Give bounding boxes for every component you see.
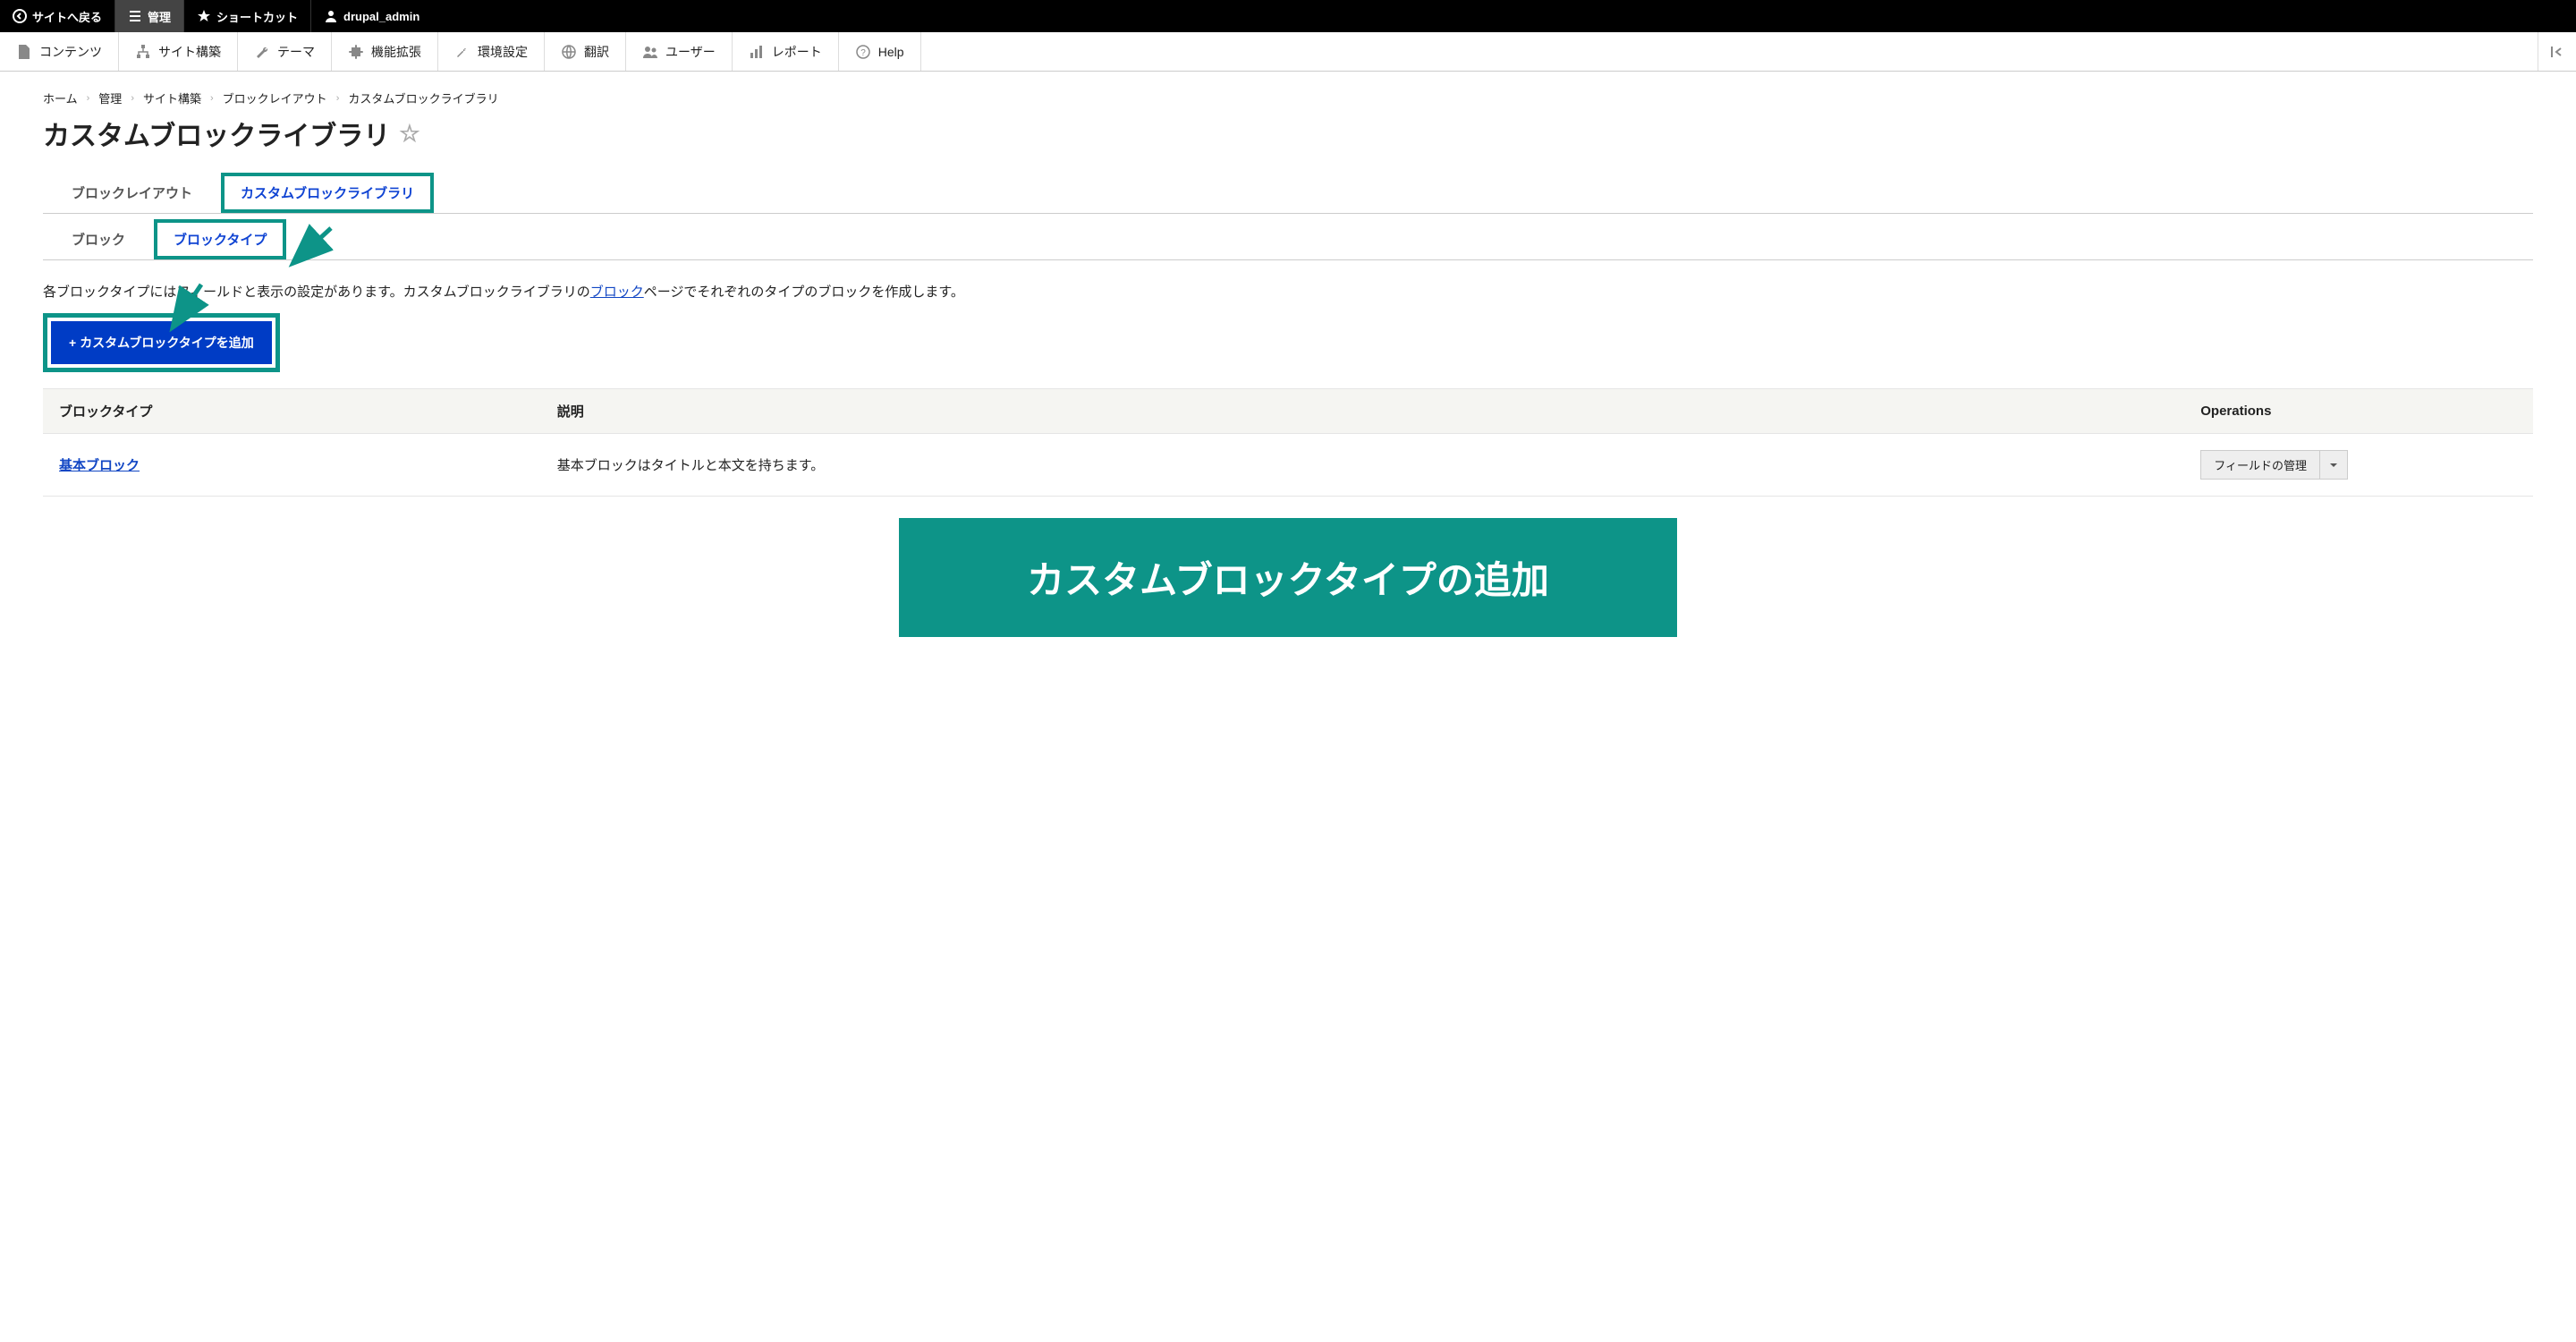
menu-content[interactable]: コンテンツ [0,32,119,71]
table-row: 基本ブロック 基本ブロックはタイトルと本文を持ちます。 フィールドの管理 [43,434,2533,497]
menu-translate-label: 翻訳 [584,43,609,61]
tool-icon [454,44,470,60]
manage-fields-button[interactable]: フィールドの管理 [2200,450,2320,480]
back-to-site-button[interactable]: サイトへ戻る [0,0,115,32]
breadcrumb-sep: › [87,93,90,104]
user-icon [324,9,338,23]
breadcrumb-home[interactable]: ホーム [43,89,78,106]
user-menu-button[interactable]: drupal_admin [311,0,432,32]
puzzle-icon [348,44,364,60]
page-title-text: カスタムブロックライブラリ [43,114,390,153]
svg-text:?: ? [860,48,866,58]
description-text: 各ブロックタイプにはフィールドと表示の設定があります。カスタムブロックライブラリ… [43,282,2533,301]
menu-appearance-label: テーマ [277,43,315,61]
instruction-banner: カスタムブロックタイプの追加 [899,518,1677,637]
plus-icon: + [69,336,76,350]
back-arrow-icon [13,9,27,23]
menu-reports-label: レポート [772,43,822,61]
th-description: 説明 [541,389,2184,434]
top-toolbar: サイトへ戻る 管理 ショートカット drupal_admin [0,0,2576,32]
file-icon [16,44,32,60]
block-types-table: ブロックタイプ 説明 Operations 基本ブロック 基本ブロックはタイトル… [43,388,2533,497]
breadcrumb: ホーム › 管理 › サイト構築 › ブロックレイアウト › カスタムブロックラ… [43,89,2533,106]
user-label: drupal_admin [343,10,419,23]
breadcrumb-sep: › [336,93,340,104]
operations-dropbutton: フィールドの管理 [2200,450,2348,480]
breadcrumb-structure[interactable]: サイト構築 [143,89,201,106]
menu-config[interactable]: 環境設定 [438,32,545,71]
star-icon [197,9,211,23]
description-link[interactable]: ブロック [590,285,644,300]
tab-custom-block-library[interactable]: カスタムブロックライブラリ [221,173,434,213]
menu-appearance[interactable]: テーマ [238,32,332,71]
manage-button[interactable]: 管理 [115,0,184,32]
menu-help-label: Help [878,45,904,59]
add-button-label: カスタムブロックタイプを追加 [80,336,254,350]
menu-people[interactable]: ユーザー [626,32,733,71]
page-title: カスタムブロックライブラリ ☆ [43,114,2533,153]
operations-toggle[interactable] [2320,450,2348,480]
menu-structure[interactable]: サイト構築 [119,32,238,71]
admin-menu: コンテンツ サイト構築 テーマ 機能拡張 環境設定 翻訳 ユーザー レポート ?… [0,32,2576,72]
menu-extend-label: 機能拡張 [371,43,421,61]
back-to-site-label: サイトへ戻る [32,8,102,25]
menu-translate[interactable]: 翻訳 [545,32,626,71]
secondary-tabs: ブロック ブロックタイプ [43,219,2533,260]
menu-people-label: ユーザー [665,43,716,61]
block-type-link[interactable]: 基本ブロック [59,458,140,473]
th-block-type: ブロックタイプ [43,389,541,434]
help-icon: ? [855,44,871,60]
tab-block-type[interactable]: ブロックタイプ [154,219,286,259]
favorite-star-icon[interactable]: ☆ [399,120,419,148]
menu-structure-label: サイト構築 [158,43,221,61]
menu-reports[interactable]: レポート [733,32,839,71]
tab-block[interactable]: ブロック [68,219,129,259]
add-custom-block-type-button[interactable]: + カスタムブロックタイプを追加 [51,321,272,364]
people-icon [642,44,658,60]
wrench-icon [254,44,270,60]
chevron-down-icon [2329,461,2338,470]
breadcrumb-sep: › [210,93,214,104]
shortcuts-label: ショートカット [216,8,298,25]
primary-tabs: ブロックレイアウト カスタムブロックライブラリ [43,173,2533,214]
description-pre: 各ブロックタイプにはフィールドと表示の設定があります。カスタムブロックライブラリ… [43,285,590,300]
menu-help[interactable]: ? Help [839,32,921,71]
breadcrumb-sep: › [131,93,134,104]
menu-content-label: コンテンツ [39,43,102,61]
menu-extend[interactable]: 機能拡張 [332,32,438,71]
breadcrumb-admin[interactable]: 管理 [98,89,122,106]
breadcrumb-current: カスタムブロックライブラリ [348,89,498,106]
globe-icon [561,44,577,60]
shortcuts-button[interactable]: ショートカット [184,0,311,32]
menu-config-label: 環境設定 [478,43,528,61]
block-type-description: 基本ブロックはタイトルと本文を持ちます。 [541,434,2184,497]
add-button-highlight: + カスタムブロックタイプを追加 [43,313,280,372]
breadcrumb-blocklayout[interactable]: ブロックレイアウト [223,89,327,106]
collapse-icon [2549,44,2565,60]
th-operations: Operations [2184,389,2533,434]
structure-icon [135,44,151,60]
chart-icon [749,44,765,60]
collapse-menu-button[interactable] [2538,32,2576,71]
content-region: ホーム › 管理 › サイト構築 › ブロックレイアウト › カスタムブロックラ… [0,72,2576,655]
description-post: ページでそれぞれのタイプのブロックを作成します。 [644,285,964,300]
manage-label: 管理 [148,8,171,25]
hamburger-icon [128,9,142,23]
tab-block-layout[interactable]: ブロックレイアウト [68,173,196,213]
